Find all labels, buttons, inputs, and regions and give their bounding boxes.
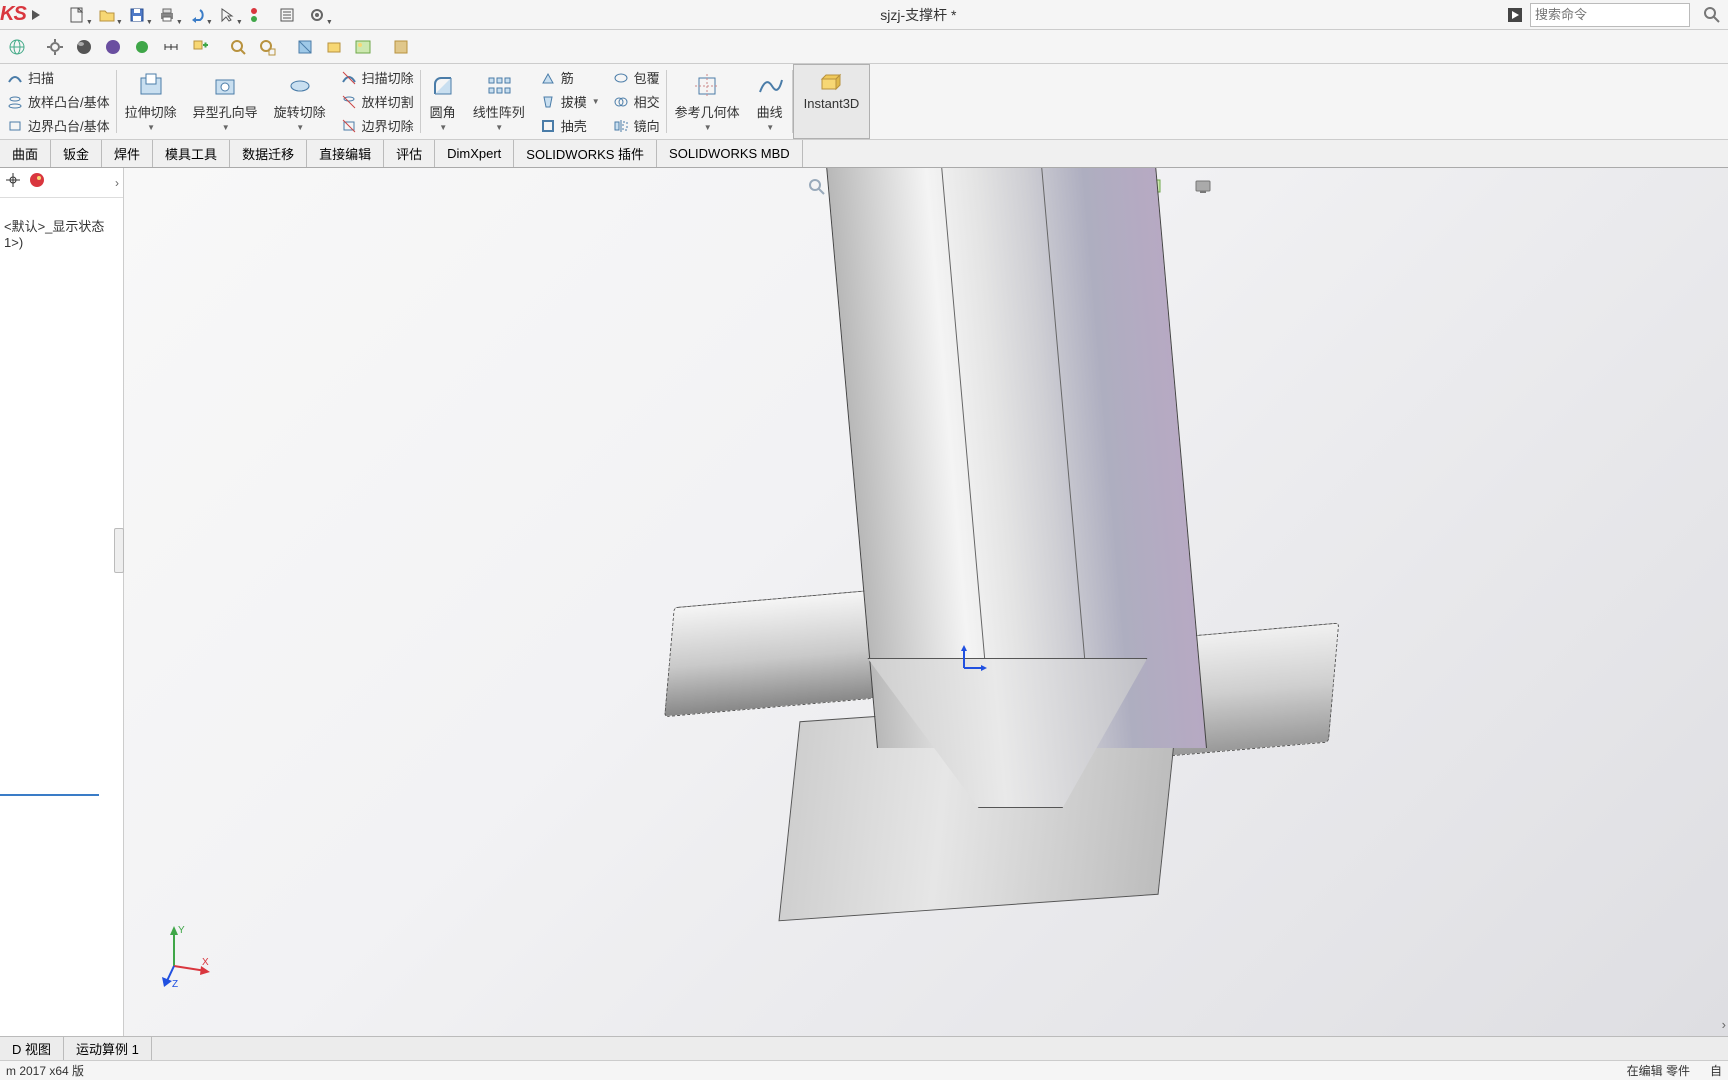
zoom-area-icon[interactable] [254, 34, 280, 60]
save-button[interactable]: ▼ [123, 2, 151, 28]
tab-evaluate[interactable]: 评估 [384, 140, 435, 167]
fillet-button[interactable]: 圆角▼ [421, 64, 465, 139]
tab-datamigration[interactable]: 数据迁移 [230, 140, 307, 167]
section-view-icon[interactable] [292, 34, 318, 60]
title-bar: KS ▼ ▼ ▼ ▼ ▼ ▼ ▼ sjzj-支撑杆 * [0, 0, 1728, 30]
tab-dimxpert[interactable]: DimXpert [435, 140, 514, 167]
graphics-viewport[interactable]: Y X Z › [124, 168, 1728, 1036]
feature-tree-panel: › <默认>_显示状态 1>) [0, 168, 124, 1036]
svg-text:Y: Y [178, 925, 185, 936]
tab-weldment[interactable]: 焊件 [102, 140, 153, 167]
linear-pattern-button[interactable]: 线性阵列▼ [465, 64, 533, 139]
reference-geometry-button[interactable]: 参考几何体▼ [667, 64, 748, 139]
sweep-button[interactable]: 扫描 [6, 67, 110, 89]
search-icon[interactable] [1696, 2, 1728, 28]
scroll-indicator-icon[interactable]: › [1722, 1017, 1726, 1032]
tree-expand-icon[interactable]: › [115, 176, 119, 190]
globe-icon[interactable] [4, 34, 30, 60]
command-search[interactable] [1530, 3, 1690, 27]
tree-display-state[interactable]: <默认>_显示状态 1>) [0, 198, 123, 268]
scene-icon[interactable] [350, 34, 376, 60]
loft-cut-button[interactable]: 放样切割 [340, 91, 414, 113]
tree-tab-feature-icon[interactable] [4, 171, 22, 194]
model-3d [594, 168, 1394, 998]
search-launch-icon[interactable] [1506, 6, 1524, 24]
rebuild-button[interactable] [243, 2, 271, 28]
curves-button[interactable]: 曲线▼ [748, 64, 792, 139]
status-editing: 在编辑 零件 [1627, 1062, 1690, 1079]
new-file-button[interactable]: ▼ [63, 2, 91, 28]
tab-addins[interactable]: SOLIDWORKS 插件 [514, 140, 657, 167]
wrap-button[interactable]: 包覆 [612, 67, 660, 89]
command-manager-tabs: 曲面 钣金 焊件 模具工具 数据迁移 直接编辑 评估 DimXpert SOLI… [0, 140, 1728, 168]
select-button[interactable]: ▼ [213, 2, 241, 28]
svg-text:Z: Z [172, 979, 178, 990]
boundary-boss-button[interactable]: 边界凸台/基体 [6, 115, 110, 137]
material-icon[interactable] [71, 34, 97, 60]
revolve-cut-button[interactable]: 旋转切除▼ [266, 64, 334, 139]
add-feature-icon[interactable] [187, 34, 213, 60]
model-rod-left [664, 589, 884, 717]
panel-collapse-handle[interactable] [114, 528, 124, 573]
draft-button[interactable]: 拔模▼ [539, 91, 600, 113]
status-extra: 自 [1710, 1062, 1722, 1079]
main-area: › <默认>_显示状态 1>) [0, 168, 1728, 1036]
origin-triad-icon [949, 643, 989, 688]
status-bar: m 2017 x64 版 在编辑 零件 自 [0, 1060, 1728, 1080]
ribbon-modify-group1: 筋 拔模▼ 抽壳 [533, 64, 606, 139]
document-title: sjzj-支撑杆 * [331, 5, 1506, 25]
app-logo: KS [0, 3, 29, 26]
view-triad-icon: Y X Z [154, 921, 214, 996]
quick-access-toolbar: ▼ ▼ ▼ ▼ ▼ ▼ ▼ [63, 2, 331, 28]
tree-tab-appearance-icon[interactable] [28, 171, 46, 194]
options-list-button[interactable] [273, 2, 301, 28]
appearance-icon[interactable] [100, 34, 126, 60]
tab-sheetmetal[interactable]: 钣金 [51, 140, 102, 167]
boundary-cut-button[interactable]: 边界切除 [340, 115, 414, 137]
shell-button[interactable]: 抽壳 [539, 115, 600, 137]
search-input[interactable] [1531, 7, 1715, 22]
extrude-cut-button[interactable]: 拉伸切除▼ [117, 64, 185, 139]
tab-moldtools[interactable]: 模具工具 [153, 140, 230, 167]
tab-directedit[interactable]: 直接编辑 [307, 140, 384, 167]
tab-motionstudy[interactable]: 运动算例 1 [64, 1037, 152, 1060]
motion-tabs: D 视图 运动算例 1 [0, 1036, 1728, 1060]
loft-boss-button[interactable]: 放样凸台/基体 [6, 91, 110, 113]
intersect-button[interactable]: 相交 [612, 91, 660, 113]
logo-menu-arrow[interactable] [29, 7, 45, 23]
tree-separator [0, 794, 99, 796]
status-version: m 2017 x64 版 [6, 1062, 84, 1079]
ribbon-modify-group2: 包覆 相交 镜向 [606, 64, 666, 139]
zoom-fit-icon[interactable] [225, 34, 251, 60]
svg-text:X: X [202, 957, 209, 968]
tab-mbd[interactable]: SOLIDWORKS MBD [657, 140, 803, 167]
ribbon-boss-group: 扫描 放样凸台/基体 边界凸台/基体 [0, 64, 116, 139]
open-file-button[interactable]: ▼ [93, 2, 121, 28]
print-button[interactable]: ▼ [153, 2, 181, 28]
sweep-cut-button[interactable]: 扫描切除 [340, 67, 414, 89]
mirror-button[interactable]: 镜向 [612, 115, 660, 137]
tool-extra-icon[interactable] [388, 34, 414, 60]
hole-wizard-button[interactable]: 异型孔向导▼ [185, 64, 266, 139]
rib-button[interactable]: 筋 [539, 67, 600, 89]
ribbon-cut-group: 扫描切除 放样切割 边界切除 [334, 64, 420, 139]
undo-button[interactable]: ▼ [183, 2, 211, 28]
settings-button[interactable]: ▼ [303, 2, 331, 28]
green-circle-icon[interactable] [129, 34, 155, 60]
display-style-icon[interactable] [321, 34, 347, 60]
secondary-toolbar [0, 30, 1728, 64]
tab-3dview[interactable]: D 视图 [0, 1037, 64, 1060]
tree-tabs: › [0, 168, 123, 198]
gear-icon[interactable] [42, 34, 68, 60]
measure-icon[interactable] [158, 34, 184, 60]
feature-ribbon: 扫描 放样凸台/基体 边界凸台/基体 拉伸切除▼ 异型孔向导▼ 旋转切除▼ 扫描… [0, 64, 1728, 140]
tab-surface[interactable]: 曲面 [0, 140, 51, 167]
instant3d-button[interactable]: Instant3D [793, 64, 871, 139]
